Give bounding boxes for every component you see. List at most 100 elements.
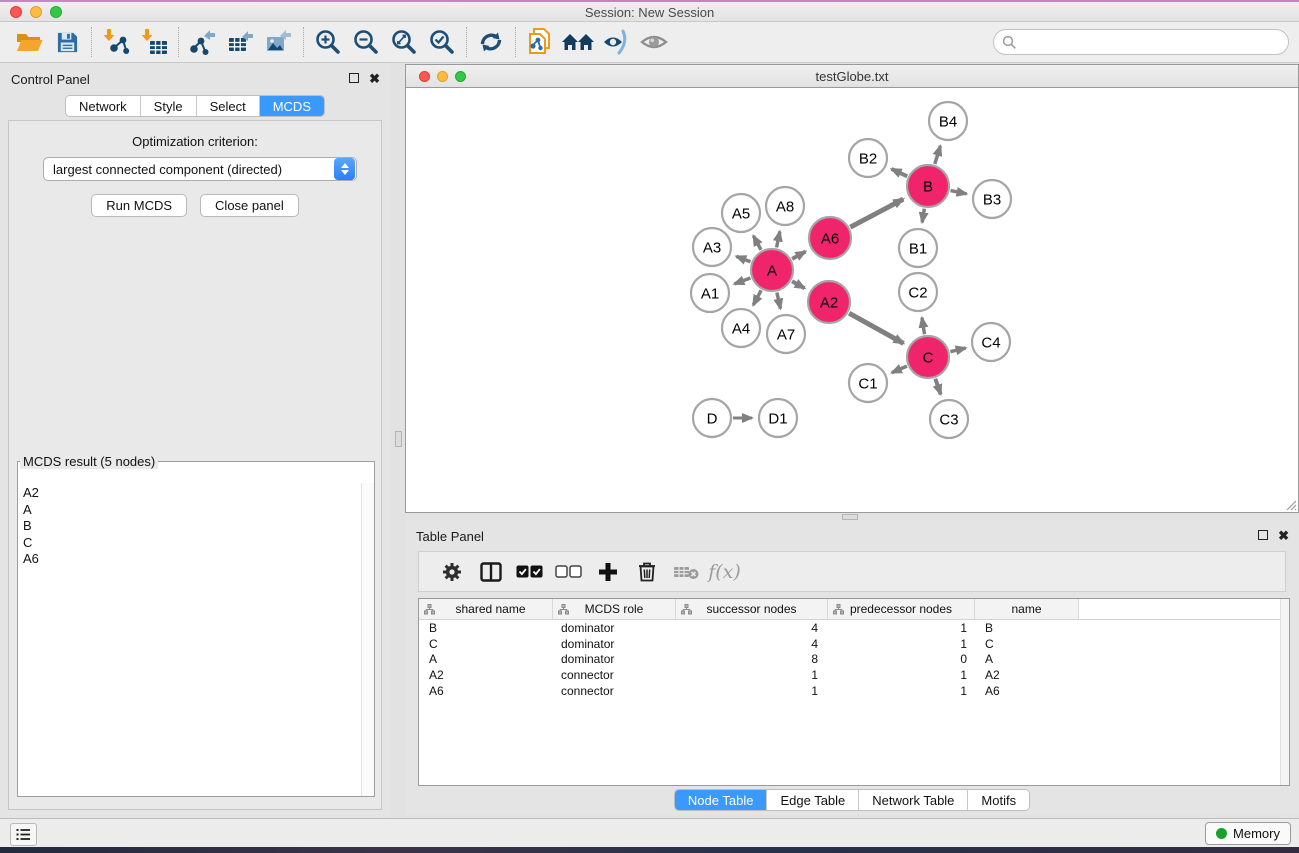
export-network-icon: [189, 28, 217, 56]
table-row[interactable]: A6connector11A6: [419, 683, 1289, 699]
memory-button[interactable]: Memory: [1205, 822, 1291, 845]
graph-node-label-B3: B3: [983, 192, 1001, 209]
node-table[interactable]: shared name MCDS role successor nodes pr…: [418, 598, 1290, 786]
column-header-mcds-role[interactable]: MCDS role: [553, 599, 676, 619]
list-item[interactable]: C: [23, 535, 361, 552]
zoom-out-button[interactable]: [347, 25, 385, 59]
close-panel-icon[interactable]: ✖: [369, 71, 380, 87]
float-panel-icon[interactable]: [349, 73, 359, 83]
tab-style[interactable]: Style: [140, 96, 196, 116]
clone-network-button[interactable]: [521, 25, 559, 59]
search-field[interactable]: [993, 29, 1289, 55]
graph-edge-C-C2[interactable]: [922, 318, 925, 335]
graph-edge-A-A8[interactable]: [777, 231, 780, 247]
tab-select[interactable]: Select: [196, 96, 259, 116]
delete-column-button[interactable]: [627, 555, 666, 589]
main-toolbar: [0, 22, 1299, 63]
graph-edge-A-A4[interactable]: [753, 290, 761, 305]
export-image-button[interactable]: [260, 25, 298, 59]
save-floppy-icon: [56, 31, 79, 54]
tab-mcds[interactable]: MCDS: [259, 96, 324, 116]
network-canvas[interactable]: AA1A2A3A4A5A6A7A8BB1B2B3B4CC1C2C3C4DD1: [406, 88, 1298, 512]
toolbar-separator: [91, 27, 92, 57]
import-table-icon: [140, 28, 168, 56]
float-panel-icon[interactable]: [1258, 530, 1268, 540]
delete-table-button[interactable]: [666, 555, 705, 589]
zoom-fit-button[interactable]: [385, 25, 423, 59]
export-table-button[interactable]: [222, 25, 260, 59]
houses-icon: [561, 30, 595, 54]
run-mcds-button[interactable]: Run MCDS: [91, 194, 187, 217]
tab-motifs[interactable]: Motifs: [967, 790, 1029, 810]
import-network-button[interactable]: [97, 25, 135, 59]
toolbar-separator: [466, 27, 467, 57]
graph-edge-A2-C[interactable]: [849, 313, 903, 343]
column-view-button[interactable]: [471, 555, 510, 589]
table-row[interactable]: A2connector11A2: [419, 667, 1289, 683]
import-table-button[interactable]: [135, 25, 173, 59]
unselect-all-button[interactable]: [549, 555, 588, 589]
tab-node-table[interactable]: Node Table: [675, 790, 767, 810]
table-panel-title: Table Panel: [416, 529, 484, 544]
table-row[interactable]: Cdominator41C: [419, 636, 1289, 652]
select-all-button[interactable]: [510, 555, 549, 589]
mcds-result-title: MCDS result (5 nodes): [20, 454, 158, 469]
column-header-predecessor-nodes[interactable]: predecessor nodes: [828, 599, 975, 619]
export-network-button[interactable]: [184, 25, 222, 59]
column-header-shared-name[interactable]: shared name: [419, 599, 553, 619]
split-columns-icon: [480, 562, 502, 582]
graph-edge-C-C3[interactable]: [935, 379, 940, 395]
task-history-button[interactable]: [10, 823, 37, 846]
graph-edge-B-B2[interactable]: [892, 169, 908, 176]
first-neighbors-button[interactable]: [559, 25, 597, 59]
zoom-in-button[interactable]: [309, 25, 347, 59]
close-panel-icon[interactable]: ✖: [1278, 528, 1289, 544]
tab-edge-table[interactable]: Edge Table: [766, 790, 858, 810]
graph-edge-A-A3[interactable]: [736, 256, 750, 261]
result-scrollbar[interactable]: [361, 483, 374, 796]
list-item[interactable]: A: [23, 502, 361, 519]
open-session-button[interactable]: [10, 25, 48, 59]
status-bar: Memory: [0, 818, 1299, 847]
graph-edge-B-B3[interactable]: [951, 191, 967, 194]
list-item[interactable]: A6: [23, 551, 361, 568]
search-input[interactable]: [1017, 32, 1288, 52]
tab-network[interactable]: Network: [66, 96, 140, 116]
add-column-button[interactable]: [588, 555, 627, 589]
close-panel-button[interactable]: Close panel: [200, 194, 299, 217]
graph-edge-C-C1[interactable]: [892, 366, 907, 373]
column-header-successor-nodes[interactable]: successor nodes: [676, 599, 828, 619]
graph-edge-A6-B[interactable]: [850, 199, 903, 227]
graph-edge-A-A5[interactable]: [753, 236, 761, 250]
apply-layout-button[interactable]: [472, 25, 510, 59]
vertical-splitter-grip[interactable]: [395, 431, 402, 447]
network-title: testGlobe.txt: [406, 69, 1298, 84]
column-header-name[interactable]: name: [975, 599, 1079, 619]
graph-edge-B-B1[interactable]: [922, 209, 924, 223]
save-session-button[interactable]: [48, 25, 86, 59]
graph-edge-A-A2[interactable]: [792, 281, 805, 288]
window-resize-grip[interactable]: [1283, 497, 1297, 511]
graph-edge-A-A1[interactable]: [734, 278, 750, 284]
list-item[interactable]: B: [23, 518, 361, 535]
graph-edge-A-A7[interactable]: [777, 292, 781, 308]
graph-edge-B-B4[interactable]: [935, 146, 941, 164]
toolbar-separator: [515, 27, 516, 57]
list-item[interactable]: A2: [23, 485, 361, 502]
criterion-dropdown[interactable]: largest connected component (directed): [43, 157, 357, 181]
table-options-button[interactable]: [432, 555, 471, 589]
graph-edge-A-A6[interactable]: [792, 252, 805, 259]
mcds-result-list[interactable]: A2 A B C A6: [18, 483, 361, 796]
show-all-button[interactable]: [635, 25, 673, 59]
zoom-selected-button[interactable]: [423, 25, 461, 59]
function-builder-button[interactable]: f(x): [705, 555, 744, 589]
table-row[interactable]: Bdominator41B: [419, 620, 1289, 636]
toolbar-separator: [178, 27, 179, 57]
hide-selected-button[interactable]: [597, 25, 635, 59]
graph-node-label-A: A: [767, 263, 777, 280]
graph-edge-C-C4[interactable]: [950, 348, 965, 352]
table-row[interactable]: Adominator80A: [419, 652, 1289, 668]
control-panel-tabs: Network Style Select MCDS: [0, 95, 390, 117]
tab-network-table[interactable]: Network Table: [858, 790, 967, 810]
table-scrollbar[interactable]: [1280, 599, 1289, 785]
